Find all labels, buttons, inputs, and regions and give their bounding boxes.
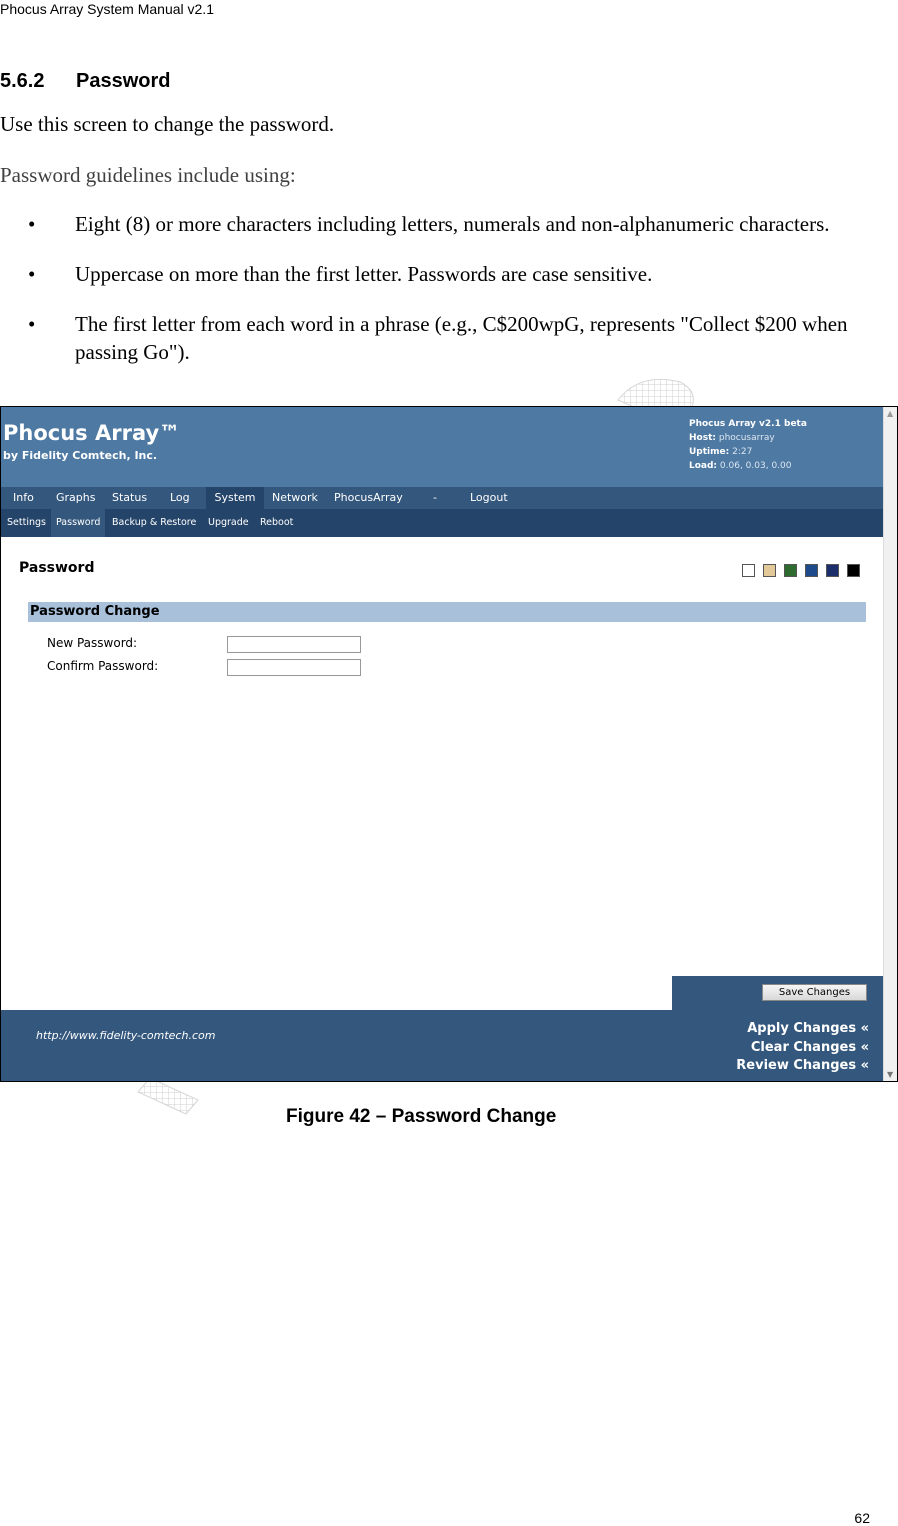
list-item-text: Uppercase on more than the first letter.… bbox=[75, 262, 653, 286]
host-value: phocusarray bbox=[718, 433, 775, 443]
nav-system[interactable]: System bbox=[206, 487, 264, 509]
uptime-label: Uptime: bbox=[689, 447, 730, 457]
bullet-icon: • bbox=[28, 312, 36, 336]
theme-swatch-tan[interactable] bbox=[763, 564, 776, 577]
theme-swatch-green[interactable] bbox=[784, 564, 797, 577]
main-nav: Info Graphs Status Log System Network Ph… bbox=[1, 487, 883, 509]
save-bar: Save Changes bbox=[672, 976, 883, 1010]
clear-changes-link[interactable]: Clear Changes « bbox=[736, 1039, 869, 1058]
guidelines-list: • Eight (8) or more characters including … bbox=[0, 210, 880, 388]
sub-nav: Settings Password Backup & Restore Upgra… bbox=[1, 509, 883, 537]
password-screen-figure: Phocus Array™ by Fidelity Comtech, Inc. … bbox=[0, 406, 898, 1082]
list-item-text: The first letter from each word in a phr… bbox=[75, 312, 848, 364]
subnav-password[interactable]: Password bbox=[51, 509, 106, 537]
new-password-label: New Password: bbox=[47, 636, 138, 650]
theme-swatch-black[interactable] bbox=[847, 564, 860, 577]
nav-separator: - bbox=[433, 491, 437, 504]
app-header: Phocus Array™ by Fidelity Comtech, Inc. … bbox=[1, 407, 883, 487]
confirm-password-label: Confirm Password: bbox=[47, 659, 159, 673]
scrollbar[interactable]: ▲ ▼ bbox=[883, 407, 897, 1081]
running-header: Phocus Array System Manual v2.1 bbox=[0, 1, 214, 17]
brand-title: Phocus Array™ bbox=[3, 421, 181, 445]
guidelines-lead: Password guidelines include using: bbox=[0, 163, 296, 187]
panel-title: Password Change bbox=[28, 602, 866, 622]
nav-graphs[interactable]: Graphs bbox=[49, 487, 102, 509]
list-item: • Eight (8) or more characters including … bbox=[0, 210, 880, 238]
list-item-text: Eight (8) or more characters including l… bbox=[75, 212, 830, 236]
save-changes-button[interactable]: Save Changes bbox=[762, 984, 867, 1001]
intro-paragraph: Use this screen to change the password. bbox=[0, 112, 335, 136]
nav-network[interactable]: Network bbox=[265, 487, 325, 509]
nav-log[interactable]: Log bbox=[163, 487, 197, 509]
new-password-input[interactable] bbox=[227, 636, 361, 653]
load-value: 0.06, 0.03, 0.00 bbox=[719, 461, 792, 471]
bullet-icon: • bbox=[28, 212, 36, 236]
nav-status[interactable]: Status bbox=[105, 487, 154, 509]
section-heading: 5.6.2 Password bbox=[0, 70, 170, 93]
subnav-settings[interactable]: Settings bbox=[3, 509, 50, 537]
bullet-icon: • bbox=[28, 262, 36, 286]
nav-logout[interactable]: Logout bbox=[463, 487, 515, 509]
section-number: 5.6.2 bbox=[0, 70, 45, 92]
version-label: Phocus Array v2.1 beta bbox=[689, 419, 807, 429]
subnav-backup-restore[interactable]: Backup & Restore bbox=[108, 509, 200, 537]
apply-changes-link[interactable]: Apply Changes « bbox=[736, 1020, 869, 1039]
subnav-reboot[interactable]: Reboot bbox=[256, 509, 297, 537]
section-title: Password bbox=[76, 70, 171, 92]
review-changes-link[interactable]: Review Changes « bbox=[736, 1057, 869, 1076]
list-item: • The first letter from each word in a ph… bbox=[0, 310, 880, 366]
scroll-down-icon[interactable]: ▼ bbox=[887, 1070, 893, 1079]
figure-caption: Figure 42 – Password Change bbox=[286, 1106, 557, 1127]
page-title: Password bbox=[19, 560, 95, 576]
app-footer: http://www.fidelity-comtech.com Apply Ch… bbox=[1, 1010, 883, 1081]
host-label: Host: bbox=[689, 433, 716, 443]
theme-swatch-navy[interactable] bbox=[826, 564, 839, 577]
uptime-value: 2:27 bbox=[732, 447, 753, 457]
load-label: Load: bbox=[689, 461, 718, 471]
confirm-password-input[interactable] bbox=[227, 659, 361, 676]
footer-links: Apply Changes « Clear Changes « Review C… bbox=[736, 1020, 869, 1076]
brand-subtitle: by Fidelity Comtech, Inc. bbox=[3, 449, 158, 462]
list-item: • Uppercase on more than the first letter… bbox=[0, 260, 880, 288]
host-info: Phocus Array v2.1 beta Host: phocusarray… bbox=[689, 417, 807, 473]
nav-info[interactable]: Info bbox=[6, 487, 41, 509]
theme-swatch-blue[interactable] bbox=[805, 564, 818, 577]
nav-phocusarray[interactable]: PhocusArray bbox=[327, 487, 410, 509]
footer-url[interactable]: http://www.fidelity-comtech.com bbox=[36, 1029, 215, 1042]
theme-swatch-white[interactable] bbox=[742, 564, 755, 577]
scroll-up-icon[interactable]: ▲ bbox=[887, 409, 893, 418]
subnav-upgrade[interactable]: Upgrade bbox=[204, 509, 253, 537]
